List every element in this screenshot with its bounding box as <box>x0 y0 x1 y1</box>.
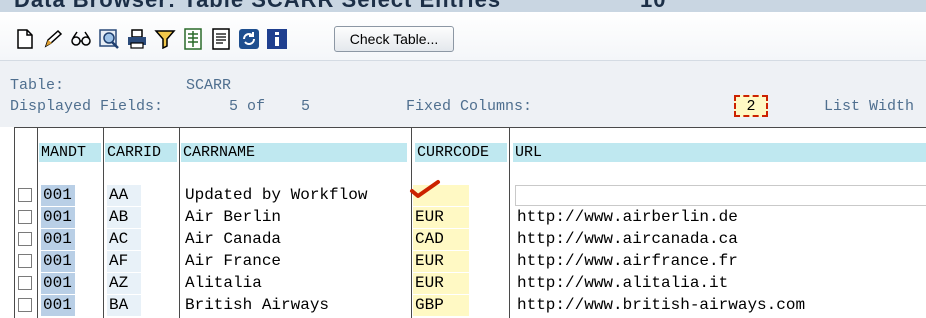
row-select-checkbox[interactable] <box>18 188 32 202</box>
cell-url[interactable]: http://www.alitalia.it <box>515 273 926 294</box>
cell-carrid[interactable]: AA <box>107 185 141 206</box>
cell-carrid[interactable]: BA <box>107 295 141 316</box>
display-glasses-icon[interactable] <box>70 28 92 50</box>
window-title-bar: Data Browser: Table SCARR Select Entries… <box>0 0 926 12</box>
cell-url[interactable] <box>515 185 926 206</box>
table-info-area <box>0 61 926 127</box>
cell-mandt[interactable]: 001 <box>41 273 75 294</box>
checkmark-annotation-icon <box>410 180 440 198</box>
check-table-button[interactable]: Check Table... <box>334 26 454 52</box>
cell-carrname[interactable]: Air Berlin <box>183 207 409 228</box>
cell-carrid[interactable]: AC <box>107 229 141 250</box>
cell-carrid[interactable]: AF <box>107 251 141 272</box>
cell-carrname[interactable]: Air France <box>183 251 409 272</box>
cell-mandt[interactable]: 001 <box>41 207 75 228</box>
print-icon[interactable] <box>126 28 148 50</box>
column-header-carrid[interactable]: CARRID <box>105 143 177 162</box>
row-select-checkbox[interactable] <box>18 254 32 268</box>
application-toolbar: Check Table... <box>0 12 926 61</box>
table-row[interactable]: 001 AC Air Canada CAD http://www.aircana… <box>15 229 926 251</box>
cell-currcode[interactable]: CAD <box>413 229 469 250</box>
cell-url[interactable]: http://www.british-airways.com <box>515 295 926 316</box>
cell-currcode[interactable]: EUR <box>413 273 469 294</box>
data-grid: MANDT CARRID CARRNAME CURRCODE URL 001 A… <box>14 127 926 318</box>
info-icon[interactable] <box>266 28 288 50</box>
cell-carrid[interactable]: AB <box>107 207 141 228</box>
window-title: Data Browser: Table SCARR Select Entries <box>14 0 501 12</box>
cell-carrname[interactable]: British Airways <box>183 295 409 316</box>
cell-currcode[interactable]: EUR <box>413 207 469 228</box>
displayed-fields-label: Displayed Fields: <box>10 98 164 115</box>
row-select-checkbox[interactable] <box>18 298 32 312</box>
window-title-count: 10 <box>640 0 666 12</box>
table-row[interactable]: 001 AA Updated by Workflow <box>15 180 926 207</box>
cell-url[interactable]: http://www.aircanada.ca <box>515 229 926 250</box>
row-select-checkbox[interactable] <box>18 210 32 224</box>
refresh-icon[interactable] <box>238 28 260 50</box>
row-select-checkbox[interactable] <box>18 232 32 246</box>
table-name: SCARR <box>186 77 232 94</box>
table-row[interactable]: 001 AZ Alitalia EUR http://www.alitalia.… <box>15 273 926 295</box>
column-header-mandt[interactable]: MANDT <box>39 143 101 162</box>
column-header-currcode[interactable]: CURRCODE <box>415 143 507 162</box>
fixed-columns-label: Fixed Columns: <box>406 98 533 115</box>
cell-mandt[interactable]: 001 <box>41 295 75 316</box>
table-row[interactable]: 001 BA British Airways GBP http://www.br… <box>15 295 926 317</box>
fixed-columns-input[interactable]: 2 <box>734 95 768 117</box>
cell-mandt[interactable]: 001 <box>41 185 75 206</box>
table-label: Table: <box>10 77 65 94</box>
spreadsheet-icon[interactable] <box>182 28 204 50</box>
cell-mandt[interactable]: 001 <box>41 251 75 272</box>
cell-carrid[interactable]: AZ <box>107 273 141 294</box>
edit-pencil-icon[interactable] <box>42 28 64 50</box>
displayed-fields-value: 5 of 5 <box>229 98 311 115</box>
table-row[interactable]: 001 AF Air France EUR http://www.airfran… <box>15 251 926 273</box>
list-width-label: List Width <box>824 98 915 115</box>
cell-mandt[interactable]: 001 <box>41 229 75 250</box>
cell-currcode[interactable]: GBP <box>413 295 469 316</box>
new-document-icon[interactable] <box>14 28 36 50</box>
word-processing-icon[interactable] <box>210 28 232 50</box>
column-header-url[interactable]: URL <box>513 143 926 162</box>
cell-url[interactable]: http://www.airfrance.fr <box>515 251 926 272</box>
filter-icon[interactable] <box>154 28 176 50</box>
table-row[interactable]: 001 AB Air Berlin EUR http://www.airberl… <box>15 207 926 229</box>
column-header-carrname[interactable]: CARRNAME <box>181 143 407 162</box>
cell-url[interactable]: http://www.airberlin.de <box>515 207 926 228</box>
cell-carrname[interactable]: Air Canada <box>183 229 409 250</box>
cell-currcode[interactable]: EUR <box>413 251 469 272</box>
cell-carrname[interactable]: Alitalia <box>183 273 409 294</box>
cell-carrname[interactable]: Updated by Workflow <box>183 185 409 206</box>
check-table-icon[interactable] <box>98 28 120 50</box>
row-select-checkbox[interactable] <box>18 276 32 290</box>
